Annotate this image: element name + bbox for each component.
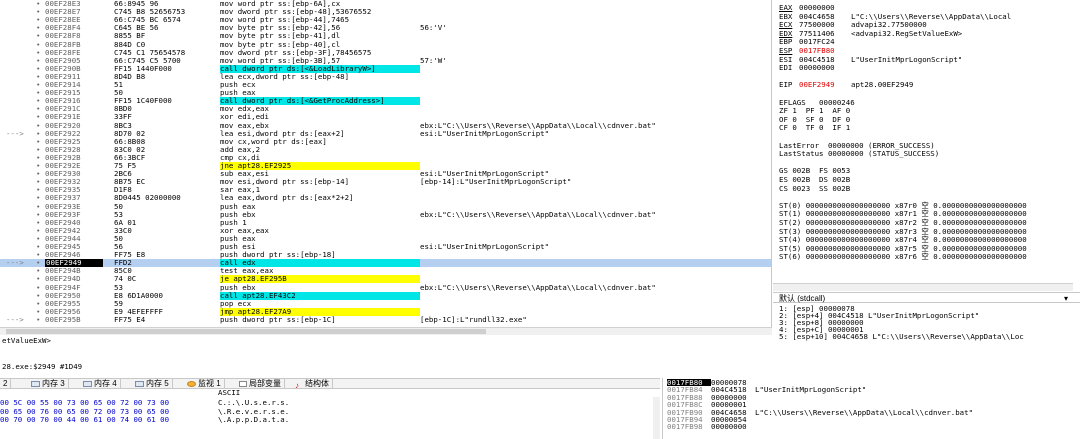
register-name: EIP <box>779 80 793 90</box>
memory-icon <box>83 380 92 387</box>
stack-arguments-pane[interactable]: 1: [esp] 00000078 2: [esp+4] 004C4518 L"U… <box>773 304 1080 345</box>
register-comment: L"UserInitMprLogonScript" <box>851 54 963 64</box>
instruction-bytes: 50 <box>114 233 123 243</box>
register-info-text: CF 0 TF 0 IF 1 <box>779 123 851 133</box>
status-line-1: etValueExW> <box>0 336 772 346</box>
tab-4[interactable]: 内存 5 <box>132 379 173 389</box>
register-comment: <advapi32.RegSetValueExW> <box>851 28 963 38</box>
register-row[interactable]: CS 0023 SS 002B <box>779 183 1079 194</box>
tab-label: 局部变量 <box>249 379 281 388</box>
register-value[interactable]: 00000000 <box>799 64 851 73</box>
tab-1[interactable]: 2 <box>0 379 12 389</box>
register-info-text: CS 0023 SS 002B <box>779 183 851 193</box>
tab-2[interactable]: 内存 3 <box>28 379 69 389</box>
instruction-text[interactable]: push ebx <box>220 210 420 219</box>
memory-dump-pane[interactable]: ASCII 00 5C 00 55 00 73 00 65 00 72 00 7… <box>0 389 660 439</box>
tab-3[interactable]: 内存 4 <box>80 379 121 389</box>
dump-tabs-bar: 2 内存 3 内存 4 内存 5 监视 1 局部变量 ♪ 结构体 <box>0 378 660 390</box>
dump-vertical-scrollbar[interactable] <box>653 397 660 439</box>
tab-label: 内存 5 <box>146 379 169 388</box>
tab-label: 监视 1 <box>198 379 221 388</box>
breakpoint-dot-icon[interactable]: • <box>36 315 42 324</box>
disassembly-pane[interactable]: • 00EF28E3 66:8945 96 mov word ptr ss:[ebp-… <box>0 0 772 335</box>
instruction-text[interactable]: push dword ptr ss:[ebp-1C] <box>220 315 420 324</box>
tab-label: 内存 3 <box>42 379 65 388</box>
struct-icon: ♪ <box>295 380 299 390</box>
tab-label: 内存 4 <box>94 379 117 388</box>
dump-hex-bytes[interactable]: 00 70 00 70 00 44 00 61 00 74 00 61 00 <box>0 416 215 424</box>
instruction-comment: 56:'V' <box>420 23 447 33</box>
stack-argument-row[interactable]: 5: [esp+10] 004C4658 L"C:\\Users\\Revers… <box>779 332 1024 342</box>
instruction-bytes: 74 0C <box>114 274 137 284</box>
instruction-bytes: 8D4D B8 <box>114 71 146 81</box>
watch-icon <box>187 380 196 387</box>
instruction-comment: esi:L"UserInitMprLogonScript" <box>420 242 550 251</box>
instruction-bytes: E8 6D1A0000 <box>114 290 163 300</box>
flow-arrow-indicator: ---> <box>6 258 24 268</box>
registers-pane[interactable]: EAX 00000000 EBX 004C4658 L"C:\\Users\\Rever… <box>773 0 1080 291</box>
dump-ascii: C.:.\.U.s.e.r.s. <box>218 398 290 407</box>
disasm-row[interactable]: ---> • 00EF295B FF75 E4 push dword ptr ss:[e… <box>0 314 771 324</box>
scrollbar-thumb[interactable] <box>6 329 486 334</box>
register-name: EDI <box>779 63 793 73</box>
register-comment: apt28.00EF2949 <box>851 80 914 90</box>
register-value[interactable]: 00EF2949 <box>799 81 851 90</box>
register-info-text: ST(6) 0000000000000000000 x87r6 空 0.0000… <box>779 252 1027 262</box>
flow-arrow-indicator: ---> <box>6 128 24 138</box>
instruction-bytes: FF75 E4 <box>114 314 146 324</box>
dump-ascii: \.A.p.p.D.a.t.a. <box>218 415 290 424</box>
calling-convention-selector[interactable]: 默认 (stdcall) ▾ <box>773 292 1080 303</box>
stack-value[interactable]: 00000000 <box>711 423 755 431</box>
instruction-bytes: 51 <box>114 80 123 89</box>
memory-icon <box>31 380 40 387</box>
register-row[interactable]: CF 0 TF 0 IF 1 <box>779 124 1079 133</box>
dump-header: ASCII <box>0 389 660 397</box>
instruction-address[interactable]: 00EF295B <box>45 315 103 324</box>
instruction-comment: [ebp-14]:L"UserInitMprLogonScript" <box>420 177 572 187</box>
instruction-comment: ebx:L"C:\\Users\\Reverse\\AppData\\Local… <box>420 209 656 219</box>
stack-pane[interactable]: 0017FB80 00000078 0017FB84 004C4518 L"UserIn… <box>662 378 1080 439</box>
calling-convention-label: 默认 (stdcall) <box>779 294 826 303</box>
tab-6[interactable]: 局部变量 <box>236 379 285 389</box>
register-row[interactable]: LastStatus 00000000 (STATUS_SUCCESS) <box>779 149 1079 159</box>
memory-icon <box>135 380 144 387</box>
status-line-2: 28.exe:$2949 #1D49 <box>0 362 772 372</box>
stack-row[interactable]: 0017FB98 00000000 <box>667 423 755 431</box>
ascii-column-header: ASCII <box>218 388 241 397</box>
disassembly-horizontal-scrollbar[interactable] <box>0 327 772 335</box>
register-info-text: LastStatus 00000000 (STATUS_SUCCESS) <box>779 149 940 159</box>
instruction-bytes: 8D0445 02000000 <box>114 193 181 203</box>
register-row[interactable]: EDI 00000000 <box>779 64 1079 73</box>
register-row[interactable]: ST(6) 0000000000000000000 x87r6 空 0.0000… <box>779 253 1079 262</box>
instruction-comment: [ebp-1C]:L"rundll32.exe" <box>420 314 527 324</box>
dump-hex-bytes[interactable]: 00 5C 00 55 00 73 00 65 00 72 00 73 00 <box>0 399 215 407</box>
instruction-comment: 57:'W' <box>420 55 447 65</box>
flow-arrow-indicator: ---> <box>6 314 24 324</box>
variables-icon <box>239 380 247 387</box>
instruction-comment: ebx:L"C:\\Users\\Reverse\\AppData\\Local… <box>420 282 656 292</box>
stack-comment: L"C:\\Users\\Reverse\\AppData\\Local\\cd… <box>755 407 974 417</box>
tab-label: 结构体 <box>305 379 329 388</box>
register-row[interactable]: EIP 00EF2949 apt28.00EF2949 <box>779 81 1079 90</box>
tab-label: 2 <box>3 379 8 388</box>
instruction-comment: esi:L"UserInitMprLogonScript" <box>420 128 550 138</box>
registers-horizontal-scrollbar[interactable] <box>773 283 1073 291</box>
chevron-down-icon[interactable]: ▾ <box>1064 293 1068 304</box>
stack-address[interactable]: 0017FB98 <box>667 423 711 431</box>
instruction-bytes: 50 <box>114 201 123 211</box>
tab-7[interactable]: ♪ 结构体 <box>292 379 333 390</box>
stack-comment: L"UserInitMprLogonScript" <box>755 385 867 395</box>
instruction-bytes: 33C0 <box>114 225 132 235</box>
